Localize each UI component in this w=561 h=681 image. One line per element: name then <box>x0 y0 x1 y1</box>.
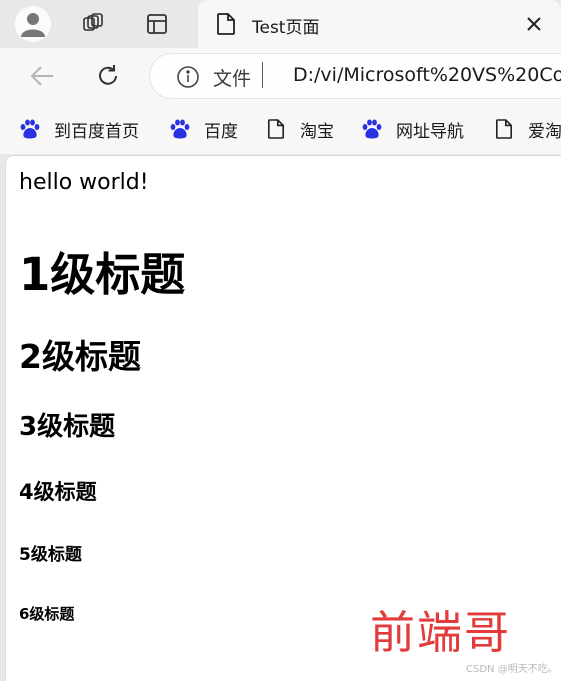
heading-6: 6级标题 <box>19 605 75 623</box>
favorite-item[interactable]: 爱淘 <box>493 116 561 142</box>
close-tab-icon[interactable] <box>525 15 543 37</box>
favorite-item[interactable]: 淘宝 <box>265 116 334 142</box>
tab-title: Test页面 <box>252 18 320 38</box>
address-bar[interactable]: 文件 D:/vi/Microsoft%20VS%20Co <box>150 54 561 98</box>
favorites-bar: 到百度首页 百度 淘宝 网址导航 爱淘 <box>0 104 561 154</box>
refresh-icon[interactable] <box>94 62 122 90</box>
tab-actions-icon[interactable] <box>143 10 171 38</box>
profile-avatar-icon[interactable] <box>15 6 51 42</box>
favorite-label: 网址导航 <box>396 121 464 142</box>
page-content: hello world! 1级标题 2级标题 3级标题 4级标题 5级标题 6级… <box>6 156 561 681</box>
heading-5: 5级标题 <box>19 545 82 565</box>
info-icon[interactable] <box>176 65 200 93</box>
favorite-label: 到百度首页 <box>54 121 139 142</box>
tab-active[interactable]: Test页面 <box>198 0 561 48</box>
baidu-icon <box>19 117 41 141</box>
address-scheme-label: 文件 <box>213 68 252 90</box>
page-icon <box>216 12 236 40</box>
workspaces-icon[interactable] <box>79 10 107 38</box>
favorite-item[interactable]: 百度 <box>169 116 238 142</box>
baidu-icon <box>169 117 191 141</box>
tab-strip: Test页面 <box>0 0 561 48</box>
navigation-toolbar: 文件 D:/vi/Microsoft%20VS%20Co <box>0 48 561 104</box>
watermark-text: 前端哥 <box>370 606 512 659</box>
heading-3: 3级标题 <box>19 412 116 442</box>
paragraph-text: hello world! <box>19 170 149 195</box>
favorite-item[interactable]: 到百度首页 <box>19 116 139 142</box>
favorite-label: 爱淘 <box>528 121 561 142</box>
heading-1: 1级标题 <box>19 248 186 301</box>
favorite-item[interactable]: 网址导航 <box>361 116 464 142</box>
page-icon <box>493 117 515 141</box>
heading-4: 4级标题 <box>19 480 97 504</box>
back-arrow-icon[interactable] <box>28 62 56 90</box>
watermark-credit: CSDN @明天不吃。 <box>466 664 558 675</box>
baidu-icon <box>361 117 383 141</box>
favorite-label: 百度 <box>204 121 238 142</box>
address-divider <box>262 62 263 88</box>
heading-2: 2级标题 <box>19 337 141 376</box>
favorite-label: 淘宝 <box>300 121 334 142</box>
address-url[interactable]: D:/vi/Microsoft%20VS%20Co <box>293 64 561 86</box>
page-icon <box>265 117 287 141</box>
